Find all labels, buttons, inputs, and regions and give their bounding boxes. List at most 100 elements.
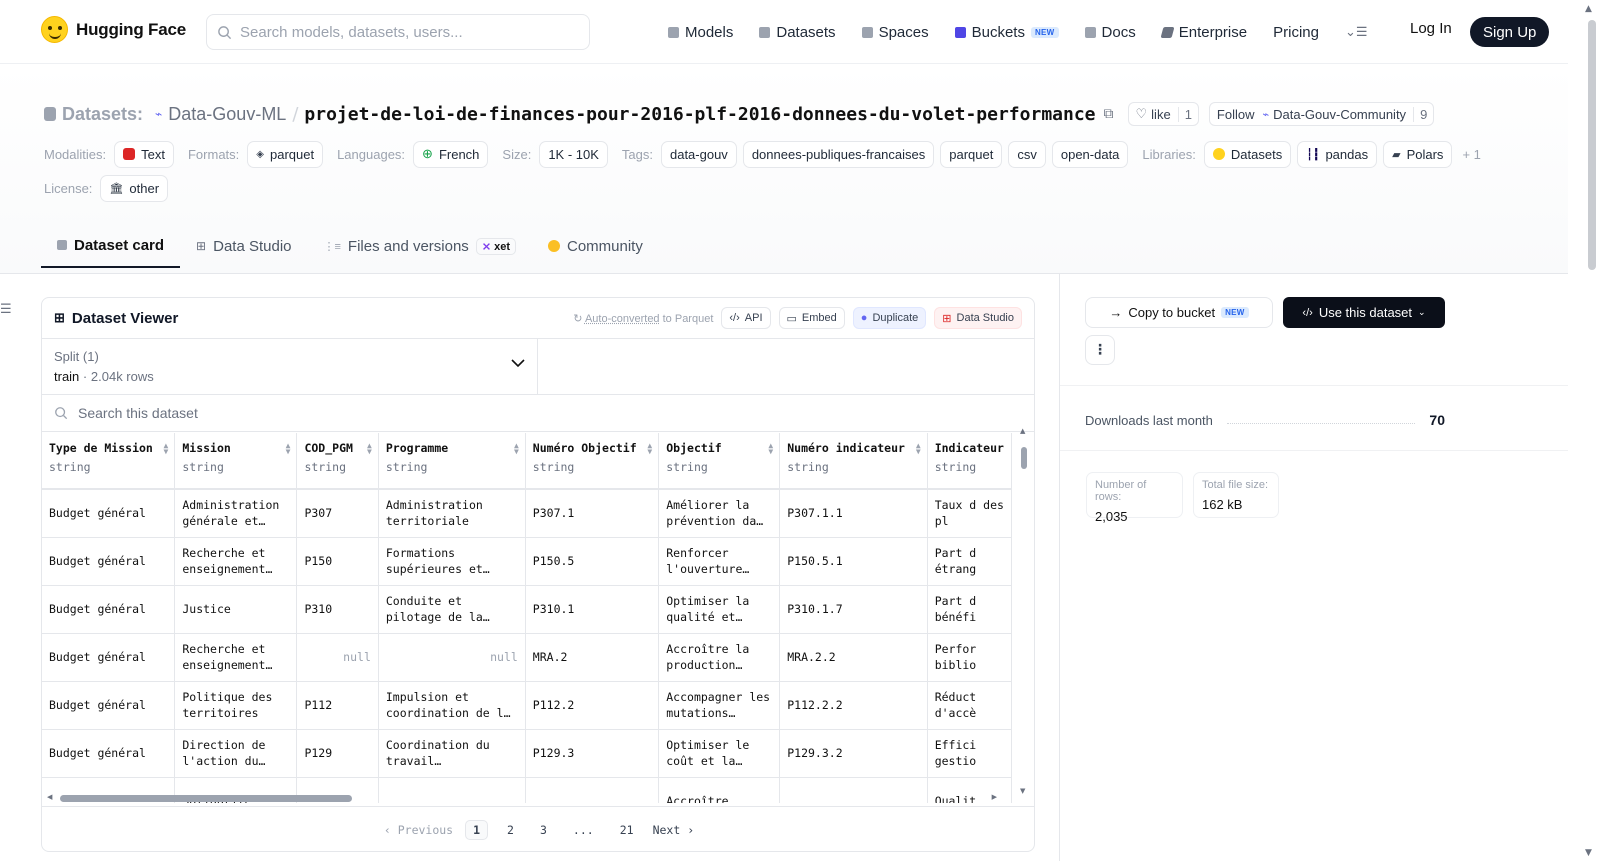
table-icon: ⊞ — [942, 312, 952, 325]
community-icon — [548, 240, 560, 252]
sort-icon[interactable]: ▲ ▼ — [916, 442, 921, 456]
scrollbar-thumb[interactable] — [1021, 447, 1027, 469]
next-page-button[interactable]: Next › — [653, 823, 695, 837]
library-polars[interactable]: ▰ Polars — [1383, 140, 1453, 168]
sort-icon[interactable]: ▲ ▼ — [514, 442, 519, 456]
cell-value: P112 — [304, 698, 333, 712]
table-row[interactable]: Budget général Administration générale et… — [42, 489, 1012, 538]
page-scroll-up-arrow[interactable]: ▲ — [1585, 4, 1592, 14]
global-search-input[interactable] — [240, 23, 560, 41]
follow-org-name: Data-Gouv-Community — [1273, 106, 1407, 122]
table-row[interactable]: Budget général Recherche et enseignement…… — [42, 537, 1012, 586]
scroll-right-arrow[interactable]: ▶ — [992, 793, 997, 801]
column-header[interactable]: Objectif string ▲ ▼ — [658, 433, 781, 490]
table-cell: Budget général — [42, 729, 176, 778]
dataset-search-input[interactable] — [78, 405, 678, 421]
library-datasets[interactable]: Datasets — [1203, 140, 1292, 168]
nav-pricing[interactable]: Pricing — [1273, 24, 1319, 41]
table-row[interactable]: Budget général Recherche et enseignement…… — [42, 633, 1012, 682]
scroll-up-arrow[interactable]: ▲ — [1020, 427, 1025, 435]
libraries-more[interactable]: + 1 — [1462, 147, 1480, 162]
tab-data-studio[interactable]: ⊞ Data Studio — [180, 224, 307, 268]
column-name: Objectif — [666, 441, 722, 455]
table-row[interactable]: Budget général Justice P310 Conduite et pil… — [42, 585, 1012, 634]
library-pandas[interactable]: ┆┇ pandas — [1297, 140, 1378, 168]
table-row[interactable]: Budget général Direction de l'action du… P… — [42, 729, 1012, 778]
cell-value: Budget général — [49, 554, 146, 568]
embed-button[interactable]: ▭ Embed — [778, 307, 845, 329]
sort-icon[interactable]: ▲ ▼ — [286, 442, 291, 456]
copy-to-bucket-button[interactable]: → Copy to bucket NEW — [1085, 297, 1273, 328]
use-this-dataset-button[interactable]: ‹/› Use this dataset ⌄ — [1283, 297, 1445, 328]
copy-icon[interactable]: ⧉ — [1104, 106, 1114, 122]
more-options-button[interactable]: ⋮ — [1085, 335, 1115, 365]
tag-item[interactable]: csv — [1008, 140, 1046, 168]
nav-enterprise[interactable]: Enterprise — [1160, 24, 1247, 41]
page-scrollbar-thumb[interactable] — [1588, 20, 1596, 270]
column-header[interactable]: Mission string ▲ ▼ — [174, 433, 298, 490]
nav-spaces[interactable]: Spaces — [861, 24, 929, 41]
vertical-scrollbar[interactable]: ▲ ▼ — [1020, 427, 1028, 795]
duplicate-button[interactable]: ● Duplicate — [852, 307, 927, 329]
follow-button[interactable]: Follow ⌁ Data-Gouv-Community 9 — [1208, 102, 1435, 126]
table-cell: P307.1.1 — [779, 489, 928, 538]
tag-item[interactable]: open-data — [1051, 140, 1129, 168]
page-scroll-down-arrow[interactable]: ▼ — [1585, 848, 1592, 858]
split-selector[interactable]: Split (1) train · 2.04k rows — [42, 339, 538, 394]
column-header[interactable]: Numéro Objectif string ▲ ▼ — [525, 433, 660, 490]
sort-icon[interactable]: ▲ ▼ — [768, 442, 773, 456]
tag-item[interactable]: data-gouv — [660, 140, 737, 168]
brand-logo[interactable]: Hugging Face — [41, 16, 186, 43]
tab-community[interactable]: Community — [532, 224, 659, 268]
sort-icon[interactable]: ▲ ▼ — [647, 442, 652, 456]
signup-button[interactable]: Sign Up — [1470, 17, 1550, 47]
tag-format-parquet[interactable]: ◈ parquet — [247, 140, 324, 168]
cell-value: Accompagner les mutations… — [666, 690, 771, 720]
column-header[interactable]: Numéro indicateur string ▲ ▼ — [779, 433, 928, 490]
global-search[interactable] — [206, 14, 590, 50]
to-parquet-label: to Parquet — [662, 312, 714, 325]
tab-files-and-versions[interactable]: ⋮≡ Files and versions ⨯ xet — [308, 224, 533, 268]
dataset-search[interactable] — [42, 395, 1034, 432]
tag-size[interactable]: 1K - 10K — [539, 140, 608, 168]
sort-icon[interactable]: ▲ ▼ — [164, 442, 169, 456]
dataset-owner-link[interactable]: Data-Gouv-ML — [168, 104, 286, 125]
dataset-header: Datasets: ⌁ Data-Gouv-ML / projet-de-loi… — [0, 64, 1568, 274]
column-header[interactable]: Indicateur string — [927, 433, 1012, 490]
login-link[interactable]: Log In — [1410, 20, 1452, 37]
column-header[interactable]: Type de Mission string ▲ ▼ — [42, 433, 176, 490]
sort-icon[interactable]: ▲ ▼ — [367, 442, 372, 456]
datasets-section-link[interactable]: Datasets: — [62, 104, 143, 125]
horizontal-scrollbar[interactable]: ◀ ▶ — [47, 793, 997, 803]
more-menu-icon[interactable]: ⌄☰ — [1345, 24, 1368, 40]
nav-datasets[interactable]: Datasets — [759, 24, 836, 41]
table-row[interactable]: Budget général Politique des territoires P… — [42, 681, 1012, 730]
like-button[interactable]: ♡ like 1 — [1127, 102, 1199, 126]
nav-models[interactable]: Models — [668, 24, 733, 41]
nav-docs[interactable]: Docs — [1084, 24, 1136, 41]
cell-value: P112.2.2 — [787, 698, 843, 712]
data-studio-button[interactable]: ⊞ Data Studio — [934, 307, 1022, 329]
sidebar-toggle-icon[interactable]: ☰ — [0, 302, 12, 317]
auto-converted-link[interactable]: Auto-converted — [585, 313, 660, 325]
scroll-left-arrow[interactable]: ◀ — [47, 793, 52, 801]
tab-dataset-card[interactable]: Dataset card — [41, 224, 181, 268]
scroll-down-arrow[interactable]: ▼ — [1020, 787, 1025, 795]
column-header[interactable]: Programme string ▲ ▼ — [378, 433, 526, 490]
page-button[interactable]: 3 — [533, 821, 554, 839]
nav-buckets[interactable]: Buckets NEW — [954, 24, 1059, 41]
tag-license[interactable]: 🏛 other — [100, 174, 169, 202]
table-cell: Effici gestio — [927, 729, 1012, 778]
column-header[interactable]: COD_PGM string ▲ ▼ — [296, 433, 379, 490]
page-button[interactable]: 2 — [500, 821, 521, 839]
previous-page-button[interactable]: ‹ Previous — [384, 823, 453, 837]
tab-label: Files and versions — [347, 237, 469, 255]
tag-modality-text[interactable]: Text — [114, 140, 174, 168]
tag-language-french[interactable]: ⊕ French — [413, 140, 489, 168]
api-button[interactable]: ‹/› API — [721, 307, 771, 329]
page-button[interactable]: 1 — [465, 819, 489, 840]
scrollbar-thumb[interactable] — [60, 795, 352, 802]
page-button[interactable]: 21 — [613, 821, 641, 839]
tag-item[interactable]: donnees-publiques-francaises — [742, 140, 935, 168]
tag-item[interactable]: parquet — [940, 140, 1003, 168]
